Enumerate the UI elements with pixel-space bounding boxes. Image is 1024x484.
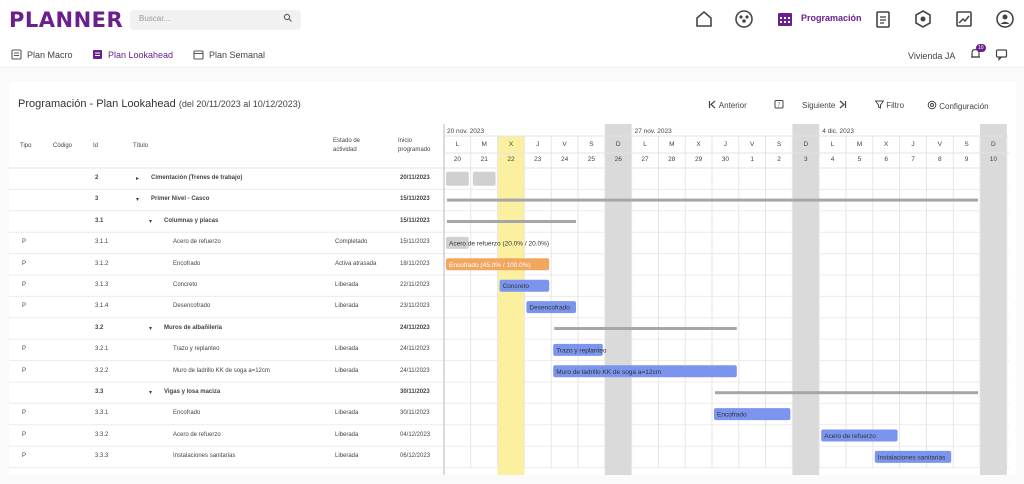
weekend-column [604,124,632,475]
search-icon[interactable] [283,13,293,23]
document-icon [11,49,22,60]
task-bar-label: Desencofrado [529,305,570,312]
day-number: 4 [831,156,835,163]
summary-bar [715,391,978,395]
day-letter: J [536,141,539,148]
tab-plan-lookahead[interactable]: Plan Lookahead [93,50,174,60]
task-bar-label: Encofrado (45.0% / 100.0%) [449,262,531,269]
day-number: 24 [561,156,569,163]
top-bar: PLANNER Buscar... Programación [0,0,1024,42]
day-letter: X [509,141,514,148]
profile-icon[interactable] [994,8,1016,30]
lookahead-panel: Programación - Plan Lookahead (del 20/11… [9,82,1016,475]
day-letter: L [831,141,835,148]
tab-label: Plan Lookahead [108,50,174,60]
task-bar-label: Encofrado [717,412,747,419]
task-bar-label: Trazo y replanteo [556,347,607,354]
home-icon[interactable] [693,8,715,30]
chat-icon[interactable] [995,48,1008,61]
day-letter: S [589,141,594,148]
day-number: 9 [965,156,969,163]
summary-bar [554,327,737,330]
project-name[interactable]: Vivienda JA [908,51,955,61]
search-placeholder: Buscar... [139,14,171,23]
task-bar-label: Acero de refuerzo (20.0% / 20.0%) [449,240,549,247]
day-letter: M [481,141,486,148]
day-number: 8 [938,156,942,163]
search-input[interactable]: Buscar... [130,10,301,30]
day-letter: X [696,141,701,148]
day-number: 22 [507,156,515,163]
day-number: 23 [534,156,542,163]
app-logo[interactable]: PLANNER [9,8,123,32]
week-label: 4 dic. 2023 [822,128,854,135]
day-number: 25 [588,156,596,163]
day-letter: J [911,141,914,148]
day-letter: L [456,141,460,148]
calendar-week-icon [193,50,204,60]
day-number: 6 [884,156,888,163]
day-number: 27 [641,156,649,163]
week-label: 27 nov. 2023 [635,128,672,135]
day-number: 20 [454,156,462,163]
notification-badge: 10 [976,44,986,52]
team-icon[interactable] [733,8,755,30]
today-column [497,136,525,475]
day-letter: S [777,141,782,148]
day-number: 3 [804,156,808,163]
list-icon [93,50,102,59]
day-letter: V [562,141,567,148]
day-letter: V [938,141,943,148]
day-number: 30 [722,156,730,163]
day-letter: D [803,141,808,148]
day-number: 1 [750,156,754,163]
day-letter: D [616,141,621,148]
sub-navigation: Plan Macro Plan Lookahead Plan Semanal V… [0,42,1024,68]
tab-plan-semanal[interactable]: Plan Semanal [193,50,266,60]
task-bar-label: Concreto [503,283,530,290]
task-bar-label: Muro de ladrillo KK de soga a=12cm [556,369,661,376]
chart-icon[interactable] [953,8,975,30]
day-letter: X [884,141,889,148]
day-number: 21 [481,156,489,163]
day-number: 10 [990,156,998,163]
milestone-box [472,171,496,186]
day-letter: V [750,141,755,148]
tab-plan-macro[interactable]: Plan Macro [11,49,73,60]
weekend-column [980,124,1007,475]
task-bar-label: Acero de refuerzo [824,433,876,440]
day-letter: M [857,141,862,148]
day-letter: D [991,141,996,148]
task-bar-label: Instalaciones sanitarias [878,454,946,461]
day-letter: M [669,141,674,148]
week-label: 20 nov. 2023 [447,128,484,135]
day-number: 5 [858,156,862,163]
day-number: 29 [695,156,703,163]
weekend-column [792,124,820,475]
day-number: 28 [668,156,676,163]
summary-bar [447,220,576,223]
calendar-icon[interactable] [774,8,796,30]
tab-label: Plan Semanal [209,50,266,60]
summary-bar [447,198,978,202]
clipboard-icon[interactable] [872,8,894,30]
day-letter: S [964,141,969,148]
tab-label: Plan Macro [27,50,73,60]
settings-hex-icon[interactable] [912,8,934,30]
milestone-box [446,171,469,186]
day-number: 2 [777,156,781,163]
day-number: 26 [615,156,623,163]
day-letter: L [643,141,647,148]
day-letter: J [724,141,727,148]
gantt-chart: 20 nov. 2023 27 nov. 2023 4 dic. 2023 L 20 M 2… [9,124,1009,475]
day-number: 7 [911,156,915,163]
nav-programacion[interactable]: Programación [801,13,862,23]
